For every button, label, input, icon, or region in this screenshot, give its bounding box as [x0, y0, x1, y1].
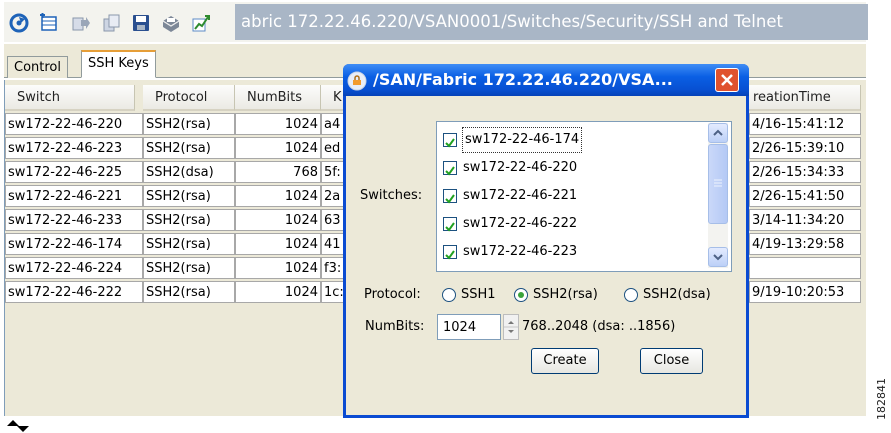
generate-ssh-key-dialog: /SAN/Fabric 172.22.46.220/VSA... Switche…	[343, 64, 749, 418]
protocol-label: Protocol:	[364, 287, 421, 302]
sort-arrows-icon[interactable]	[6, 420, 30, 433]
cell-numbits[interactable]: 768	[235, 161, 321, 183]
switch-checkbox[interactable]	[443, 245, 457, 260]
cell-numbits[interactable]: 1024	[235, 113, 321, 135]
chevron-down-icon	[713, 254, 723, 261]
cell-time[interactable]: 4/19-13:29:58	[749, 233, 861, 255]
tab-control[interactable]: Control	[7, 56, 68, 78]
checkmark-icon	[445, 166, 455, 176]
refresh-icon[interactable]	[8, 12, 29, 33]
app-icon	[347, 71, 367, 95]
switch-name: sw172-22-46-221	[463, 188, 578, 203]
cell-time[interactable]: 2/26-15:39:10	[749, 137, 861, 159]
graph-icon[interactable]	[190, 12, 211, 33]
switches-label: Switches:	[360, 188, 423, 203]
dialog-title: /SAN/Fabric 172.22.46.220/VSA...	[373, 70, 673, 89]
toolbar: abric 172.22.46.220/VSAN0001/Switches/Se…	[4, 2, 868, 42]
protocol-ssh1-label: SSH1	[461, 287, 496, 302]
checkmark-icon	[445, 222, 455, 232]
cell-numbits[interactable]: 1024	[235, 281, 321, 303]
cell-switch[interactable]: sw172-22-46-224	[5, 257, 143, 279]
numbits-label: NumBits:	[365, 319, 425, 334]
cell-switch[interactable]: sw172-22-46-220	[5, 113, 143, 135]
cell-protocol[interactable]: SSH2(rsa)	[143, 257, 235, 279]
copy-icon[interactable]	[101, 12, 122, 33]
cell-protocol[interactable]: SSH2(rsa)	[143, 281, 235, 303]
cell-numbits[interactable]: 1024	[235, 257, 321, 279]
switch-name: sw172-22-46-220	[463, 160, 578, 175]
switch-name: sw172-22-46-174	[461, 127, 583, 153]
switch-name: sw172-22-46-223	[463, 244, 578, 259]
protocol-ssh2-rsa-radio[interactable]	[514, 288, 528, 302]
column-header-numbits[interactable]: NumBits	[235, 85, 321, 111]
cell-protocol[interactable]: SSH2(rsa)	[143, 209, 235, 231]
cell-protocol[interactable]: SSH2(rsa)	[143, 113, 235, 135]
dialog-title-bar[interactable]: /SAN/Fabric 172.22.46.220/VSA...	[343, 64, 749, 96]
switch-checkbox[interactable]	[443, 217, 457, 232]
add-row-icon[interactable]	[38, 12, 59, 33]
checkmark-icon	[445, 138, 455, 148]
switches-scrollbar[interactable]	[708, 123, 728, 268]
column-header-key[interactable]: K	[321, 85, 345, 111]
cell-protocol[interactable]: SSH2(rsa)	[143, 233, 235, 255]
checkmark-icon	[445, 250, 455, 260]
cell-time[interactable]: 2/26-15:41:50	[749, 185, 861, 207]
numbits-range-hint: 768..2048 (dsa: ..1856)	[522, 319, 676, 334]
switches-list[interactable]: sw172-22-46-174 sw172-22-46-220 sw172-22-4…	[436, 121, 732, 272]
numbits-field[interactable]	[437, 314, 501, 340]
cell-time[interactable]	[749, 257, 861, 279]
cell-time[interactable]: 2/26-15:34:33	[749, 161, 861, 183]
print-icon[interactable]	[160, 12, 181, 33]
close-button[interactable]: Close	[640, 348, 703, 374]
cell-switch[interactable]: sw172-22-46-223	[5, 137, 143, 159]
cell-switch[interactable]: sw172-22-46-225	[5, 161, 143, 183]
cell-numbits[interactable]: 1024	[235, 137, 321, 159]
save-icon[interactable]	[130, 12, 151, 33]
cell-numbits[interactable]: 1024	[235, 185, 321, 207]
cell-switch[interactable]: sw172-22-46-222	[5, 281, 143, 303]
switch-checkbox[interactable]	[443, 133, 457, 148]
column-header-switch[interactable]: Switch	[5, 85, 135, 111]
switch-checkbox[interactable]	[443, 189, 457, 204]
scroll-up-button[interactable]	[708, 123, 728, 143]
cell-switch[interactable]: sw172-22-46-174	[5, 233, 143, 255]
cell-protocol[interactable]: SSH2(rsa)	[143, 185, 235, 207]
export-icon[interactable]	[70, 12, 91, 33]
cell-time[interactable]: 3/14-11:34:20	[749, 209, 861, 231]
breadcrumb-path: abric 172.22.46.220/VSAN0001/Switches/Se…	[235, 4, 868, 40]
close-icon	[721, 74, 733, 86]
scroll-down-button[interactable]	[708, 247, 728, 267]
cell-switch[interactable]: sw172-22-46-221	[5, 185, 143, 207]
protocol-ssh2-rsa-label: SSH2(rsa)	[533, 287, 598, 302]
protocol-ssh2-dsa-radio[interactable]	[624, 288, 638, 302]
protocol-ssh2-dsa-label: SSH2(dsa)	[643, 287, 711, 302]
switch-checkbox[interactable]	[443, 161, 457, 176]
scrollbar-thumb[interactable]	[708, 144, 728, 224]
tab-ssh-keys[interactable]: SSH Keys	[81, 50, 156, 78]
cell-numbits[interactable]: 1024	[235, 209, 321, 231]
switch-name: sw172-22-46-222	[463, 216, 578, 231]
column-header-protocol[interactable]: Protocol	[143, 85, 235, 111]
column-header-creation-time[interactable]: reationTime	[749, 85, 861, 111]
cell-switch[interactable]: sw172-22-46-233	[5, 209, 143, 231]
cell-numbits[interactable]: 1024	[235, 233, 321, 255]
cell-time[interactable]: 4/16-15:41:12	[749, 113, 861, 135]
dialog-close-button[interactable]	[715, 68, 739, 92]
create-button[interactable]: Create	[531, 348, 599, 374]
cell-protocol[interactable]: SSH2(dsa)	[143, 161, 235, 183]
figure-watermark: 182841	[875, 378, 888, 420]
chevron-up-icon	[713, 129, 723, 136]
numbits-spinner[interactable]	[503, 314, 519, 340]
protocol-ssh1-radio[interactable]	[442, 288, 456, 302]
checkmark-icon	[445, 194, 455, 204]
cell-protocol[interactable]: SSH2(rsa)	[143, 137, 235, 159]
cell-time[interactable]: 9/19-10:20:53	[749, 281, 861, 303]
